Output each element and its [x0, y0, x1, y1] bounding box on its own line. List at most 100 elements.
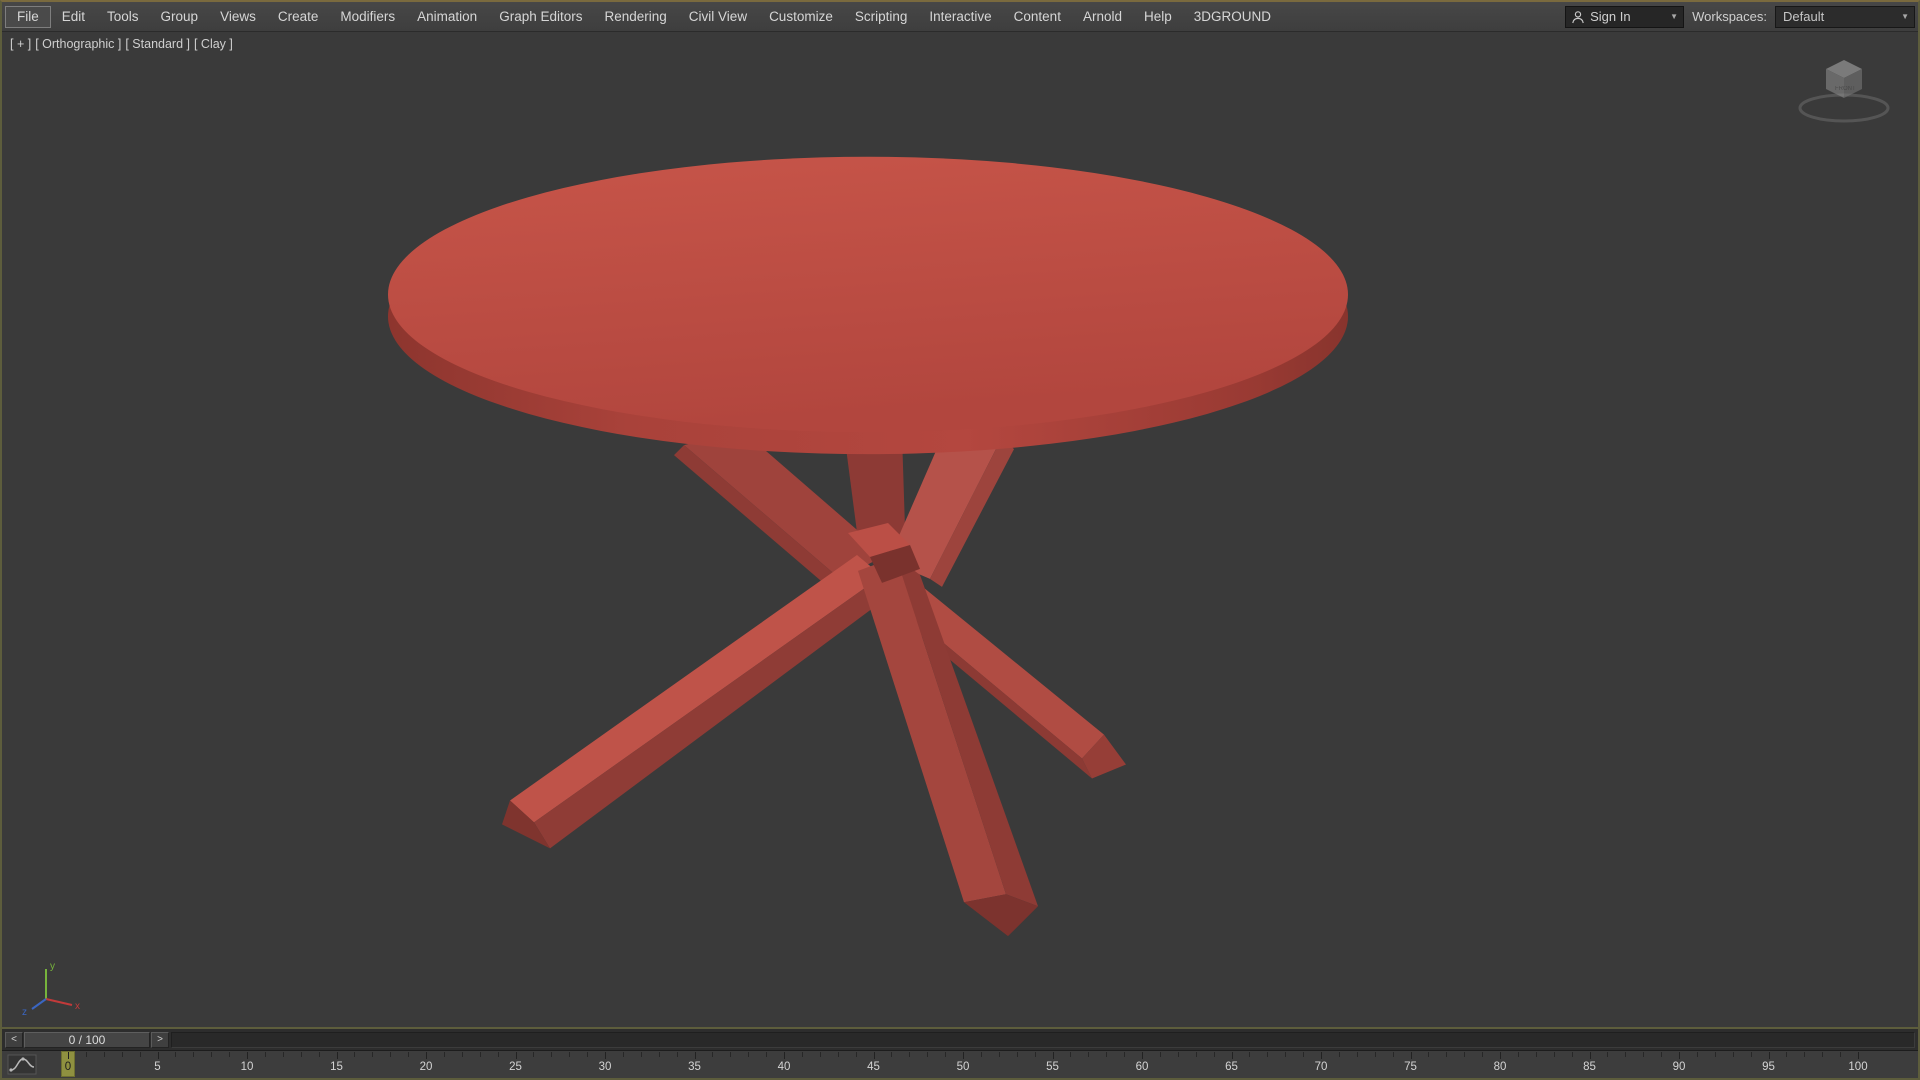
ruler-tick: [730, 1052, 732, 1057]
ruler-tick: [980, 1052, 982, 1057]
ruler-frame-label: 55: [1046, 1061, 1059, 1073]
menu-item-views[interactable]: Views: [209, 5, 267, 29]
menu-item-interactive[interactable]: Interactive: [918, 5, 1002, 29]
menu-item-rendering[interactable]: Rendering: [594, 5, 678, 29]
menu-item-3dground[interactable]: 3DGROUND: [1183, 5, 1282, 29]
ruler-frame-label: 40: [777, 1061, 791, 1073]
ruler-tick: [909, 1052, 911, 1057]
ruler-frame-label: 95: [1762, 1061, 1775, 1073]
ruler-frame-label: 70: [1314, 1061, 1328, 1073]
ruler-tick: [1177, 1052, 1179, 1057]
ruler-tick: [1804, 1052, 1806, 1057]
ruler-tick: [1392, 1052, 1394, 1057]
ruler-frame-label: 10: [240, 1061, 254, 1073]
clay-table-model[interactable]: [2, 32, 1918, 1027]
menu-item-group[interactable]: Group: [150, 5, 210, 29]
menu-item-tools[interactable]: Tools: [96, 5, 150, 29]
3dsmax-window: File Edit Tools Group Views Create Modifiers An…: [0, 0, 1920, 1080]
ruler-tick: [1696, 1052, 1698, 1057]
previous-frame-button[interactable]: <: [5, 1031, 23, 1048]
ruler-tick: [1535, 1052, 1537, 1057]
ruler-tick: [533, 1052, 535, 1057]
ruler-tick: [945, 1052, 947, 1057]
mini-curve-editor-button[interactable]: [7, 1054, 37, 1075]
ruler-tick: [1625, 1052, 1627, 1057]
ruler-tick: [85, 1052, 87, 1057]
ruler-tick: [1124, 1052, 1126, 1057]
ruler-tick: [1321, 1052, 1322, 1059]
menu-item-help[interactable]: Help: [1133, 5, 1183, 29]
time-slider-track[interactable]: [171, 1031, 1915, 1048]
ruler-tick: [640, 1052, 642, 1057]
ruler-tick: [801, 1052, 803, 1057]
ruler-tick: [372, 1052, 374, 1057]
track-bar[interactable]: 0 5 10 15 20 25 30 35 40 45 50 55 60 65 70 75 80 85 90 95 10…: [2, 1051, 1918, 1078]
sign-in-button[interactable]: Sign In ▼: [1565, 5, 1685, 28]
menu-item-edit[interactable]: Edit: [51, 5, 96, 29]
ruler-tick: [1052, 1052, 1054, 1059]
menu-item-civil-view[interactable]: Civil View: [678, 5, 758, 29]
ruler-tick: [1410, 1052, 1412, 1059]
ruler-tick: [175, 1052, 177, 1057]
ruler-tick: [1858, 1052, 1859, 1059]
menu-item-content[interactable]: Content: [1003, 5, 1072, 29]
ruler-tick: [784, 1052, 785, 1059]
menu-item-graph-editors[interactable]: Graph Editors: [488, 5, 593, 29]
chevron-down-icon: ▼: [1670, 12, 1679, 21]
ruler-frame-label: 50: [956, 1061, 970, 1073]
ruler-frame-label: 75: [1404, 1061, 1417, 1073]
ruler-tick: [247, 1052, 248, 1059]
viewport-menu-renderer[interactable]: [ Standard ]: [125, 37, 190, 51]
viewcube[interactable]: FRONT: [1784, 40, 1904, 144]
ruler-tick: [927, 1052, 929, 1057]
ruler-tick: [103, 1052, 105, 1057]
chevron-down-icon: ▼: [1901, 12, 1909, 21]
next-frame-button[interactable]: >: [151, 1031, 169, 1048]
ruler-tick: [1500, 1052, 1501, 1059]
ruler-tick: [587, 1052, 589, 1057]
menu-item-customize[interactable]: Customize: [758, 5, 844, 29]
ruler-tick: [998, 1052, 1000, 1057]
ruler-frame-label: 60: [1135, 1061, 1149, 1073]
viewport[interactable]: [ + ] [ Orthographic ] [ Standard ] [ Cl…: [2, 32, 1918, 1029]
ruler-tick: [1249, 1052, 1251, 1057]
viewport-menu-pov[interactable]: [ Orthographic ]: [35, 37, 121, 51]
ruler-tick: [157, 1052, 159, 1059]
time-slider-handle[interactable]: 0 / 100: [24, 1031, 150, 1048]
ruler-tick: [855, 1052, 857, 1057]
menu-item-animation[interactable]: Animation: [406, 5, 488, 29]
ruler-tick: [622, 1052, 624, 1057]
menu-item-arnold[interactable]: Arnold: [1072, 5, 1133, 29]
menu-item-create[interactable]: Create: [267, 5, 330, 29]
sign-in-label: Sign In: [1590, 9, 1631, 24]
ruler-tick: [282, 1052, 284, 1057]
ruler-frame-label: 15: [330, 1061, 343, 1073]
menu-item-modifiers[interactable]: Modifiers: [329, 5, 406, 29]
ruler-tick: [766, 1052, 768, 1057]
ruler-tick: [1213, 1052, 1215, 1057]
ruler-frame-label: 85: [1583, 1061, 1596, 1073]
menu-item-scripting[interactable]: Scripting: [844, 5, 919, 29]
workspaces-dropdown[interactable]: Default ▼: [1775, 5, 1915, 28]
viewport-menu-shading[interactable]: [ Clay ]: [194, 37, 233, 51]
ruler-tick: [963, 1052, 964, 1059]
ruler-tick: [712, 1052, 714, 1057]
ruler-tick: [1643, 1052, 1645, 1057]
ruler-tick: [1840, 1052, 1842, 1057]
ruler-tick: [1607, 1052, 1609, 1057]
workspaces-value: Default: [1783, 9, 1825, 24]
ruler-tick: [443, 1052, 445, 1057]
ruler-tick: [1338, 1052, 1340, 1057]
ruler-tick: [1034, 1052, 1036, 1057]
menu-items: File Edit Tools Group Views Create Modifiers An…: [2, 2, 1282, 31]
ruler-tick: [1482, 1052, 1484, 1057]
ruler-tick: [1070, 1052, 1072, 1057]
viewport-menu-plus[interactable]: [ + ]: [10, 37, 31, 51]
ruler-tick: [569, 1052, 571, 1057]
ruler-frame-label: 30: [598, 1061, 612, 1073]
ruler-tick: [1446, 1052, 1448, 1057]
menu-item-file[interactable]: File: [5, 5, 51, 28]
ruler-tick: [461, 1052, 463, 1057]
ruler-frame-label: 35: [688, 1061, 701, 1073]
ruler-tick: [1517, 1052, 1519, 1057]
